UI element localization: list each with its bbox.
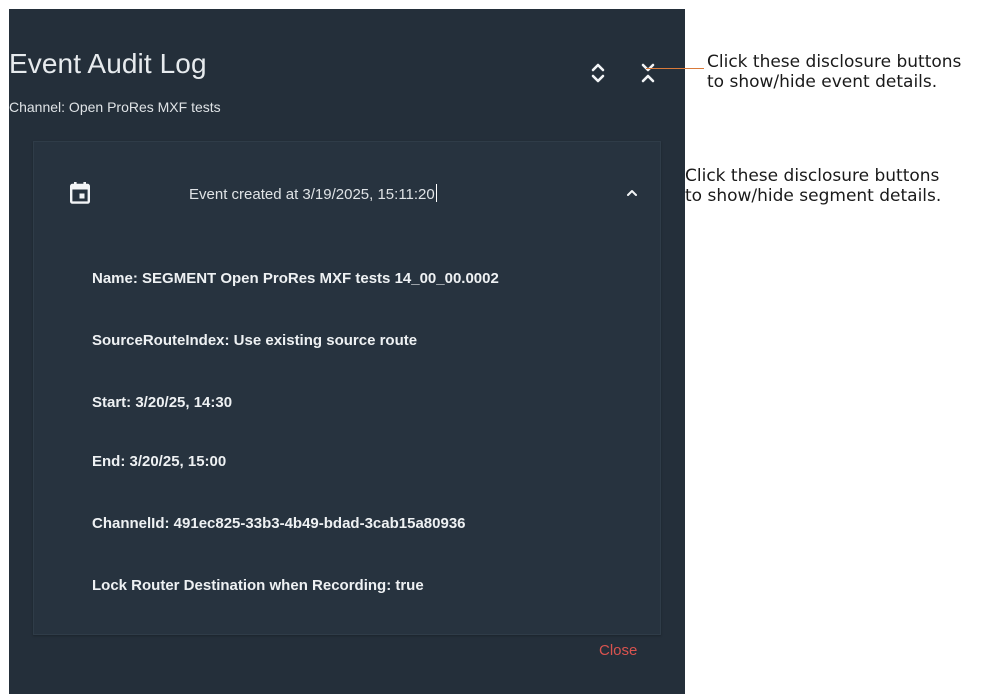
segment-callout-line1: Click these disclosure buttons xyxy=(685,166,940,186)
segment-callout-text: Click these disclosure buttons to show/h… xyxy=(685,166,941,206)
event-audit-log-dialog: Event Audit Log Channel: Open ProRes MXF… xyxy=(9,9,685,694)
segment-callout-line2: to show/hide segment details. xyxy=(685,186,942,206)
segment-header-text: Event created at 3/19/2025, 15:11:20 xyxy=(189,184,437,203)
event-callout-text: Click these disclosure buttons to show/h… xyxy=(707,52,961,92)
detail-channel-id: ChannelId: 491ec825-33b3-4b49-bdad-3cab1… xyxy=(92,515,466,532)
segment-header[interactable]: Event created at 3/19/2025, 15:11:20 xyxy=(34,142,660,246)
segment-panel: Event created at 3/19/2025, 15:11:20 Nam… xyxy=(33,141,661,635)
text-caret xyxy=(435,184,437,202)
event-callout-line2: to show/hide event details. xyxy=(707,72,938,92)
dialog-title: Event Audit Log xyxy=(9,48,207,79)
expand-all-button[interactable] xyxy=(587,59,609,87)
detail-lock-router: Lock Router Destination when Recording: … xyxy=(92,577,424,594)
channel-subtitle: Channel: Open ProRes MXF tests xyxy=(9,99,221,115)
chevrons-collapse-icon xyxy=(641,63,655,83)
collapse-all-button[interactable] xyxy=(637,59,659,87)
detail-source-route-index: SourceRouteIndex: Use existing source ro… xyxy=(92,332,418,349)
detail-name: Name: SEGMENT Open ProRes MXF tests 14_0… xyxy=(92,270,499,287)
chevrons-expand-icon xyxy=(591,63,605,83)
detail-end: End: 3/20/25, 15:00 xyxy=(92,453,227,470)
screenshot-root: Event Audit Log Channel: Open ProRes MXF… xyxy=(0,0,1008,694)
close-button[interactable]: Close xyxy=(599,642,637,659)
callout-leader-line xyxy=(646,68,704,69)
detail-start: Start: 3/20/25, 14:30 xyxy=(92,394,233,411)
calendar-icon xyxy=(70,182,90,204)
event-callout-line1: Click these disclosure buttons xyxy=(707,52,962,72)
segment-header-label: Event created at 3/19/2025, 15:11:20 xyxy=(189,186,435,203)
chevron-up-icon[interactable] xyxy=(624,185,640,201)
